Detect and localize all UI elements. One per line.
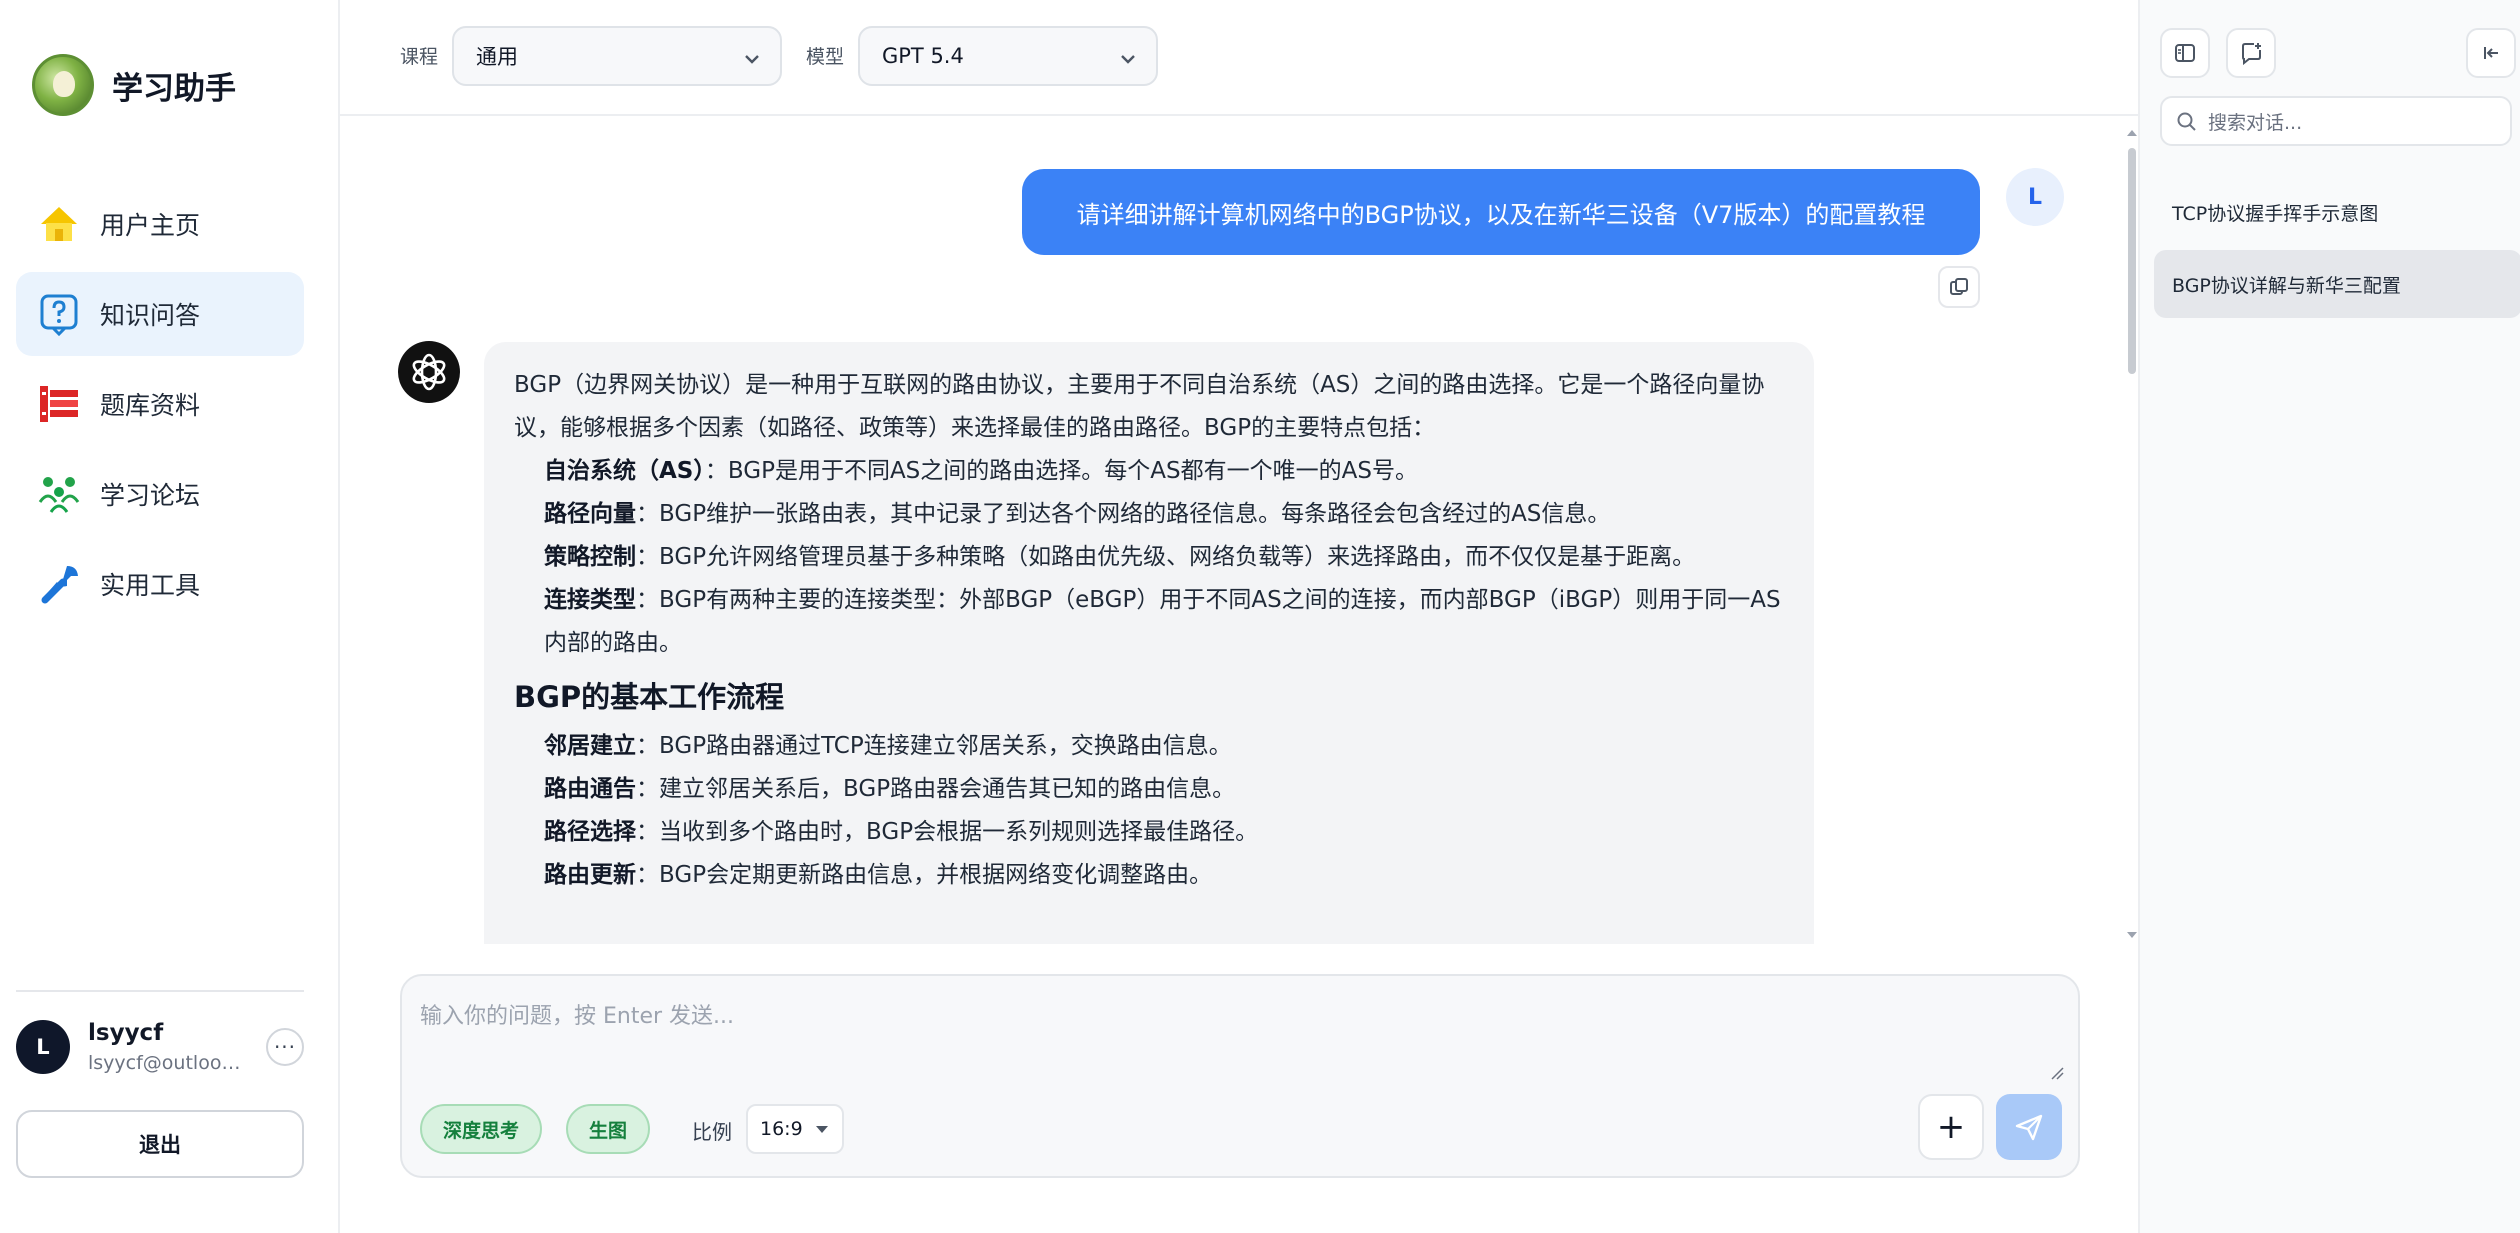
chevron-down-icon	[1121, 55, 1135, 64]
list-term: 邻居建立	[544, 733, 636, 759]
attach-button[interactable]: +	[1918, 1094, 1984, 1160]
image-gen-toggle[interactable]: 生图	[566, 1104, 650, 1154]
wrench-icon	[36, 561, 82, 607]
nav-label: 题库资料	[100, 391, 201, 420]
list-term: 连接类型	[544, 587, 636, 613]
conversation-item[interactable]: TCP协议握手挥手示意图	[2154, 178, 2520, 246]
nav-item-library[interactable]: 题库资料	[16, 362, 304, 446]
list-item: 自治系统（AS）：BGP是用于不同AS之间的路由选择。每个AS都有一个唯一的AS…	[514, 450, 1784, 493]
list-term: 路径选择	[544, 819, 636, 845]
new-chat-icon	[2242, 43, 2261, 65]
collapse-left-icon	[2484, 47, 2498, 59]
conversation-search-input[interactable]: 搜索对话...	[2160, 96, 2512, 146]
nav-label: 知识问答	[100, 301, 201, 330]
course-value: 通用	[476, 45, 518, 69]
brand: 学习助手	[32, 54, 236, 116]
copy-button[interactable]	[1938, 266, 1980, 308]
resize-handle-icon[interactable]	[2050, 1066, 2064, 1080]
user-message-bubble: 请详细讲解计算机网络中的BGP协议，以及在新华三设备（V7版本）的配置教程	[1022, 169, 1980, 255]
message-input[interactable]: 输入你的问题，按 Enter 发送...	[420, 998, 734, 1030]
logout-button[interactable]: 退出	[16, 1110, 304, 1178]
scrollbar-thumb[interactable]	[2128, 148, 2136, 374]
user-email: lsyycf@outlook.com	[88, 1052, 248, 1074]
user-avatar: L	[2006, 168, 2064, 226]
nav-label: 实用工具	[100, 571, 201, 600]
user-info: lsyycf lsyycf@outlook.com	[88, 1020, 248, 1074]
nav-item-tools[interactable]: 实用工具	[16, 542, 304, 626]
sidebar-divider	[16, 990, 304, 992]
list-item: 路由更新：BGP会定期更新路由信息，并根据网络变化调整路由。	[514, 854, 1784, 897]
main-nav: 用户主页 知识问答 题库资料 学习论坛 实用工具	[16, 182, 304, 632]
assistant-avatar	[398, 341, 460, 403]
conversation-panel: 搜索对话... TCP协议握手挥手示意图 BGP协议详解与新华三配置	[2138, 0, 2520, 1233]
list-item: 路由通告：建立邻居关系后，BGP路由器会通告其已知的路由信息。	[514, 768, 1784, 811]
toggle-layout-button[interactable]	[2160, 28, 2210, 78]
search-icon	[2177, 112, 2196, 131]
ratio-select[interactable]: 16:9	[746, 1104, 844, 1154]
nav-item-forum[interactable]: 学习论坛	[16, 452, 304, 536]
list-item: 策略控制：BGP允许网络管理员基于多种策略（如路由优先级、网络负载等）来选择路由…	[514, 536, 1784, 579]
list-desc: ：当收到多个路由时，BGP会根据一系列规则选择最佳路径。	[636, 819, 1259, 845]
ratio-value: 16:9	[760, 1118, 803, 1140]
list-term: 路径向量	[544, 501, 636, 527]
list-term: 路由更新	[544, 862, 636, 888]
chevron-down-icon	[745, 55, 759, 64]
message-composer: 输入你的问题，按 Enter 发送... 深度思考 生图 比例 16:9 +	[400, 974, 2080, 1178]
search-placeholder: 搜索对话...	[2208, 111, 2303, 134]
chat-area: 请详细讲解计算机网络中的BGP协议，以及在新华三设备（V7版本）的配置教程 L …	[340, 118, 2138, 944]
list-item: 路径选择：当收到多个路由时，BGP会根据一系列规则选择最佳路径。	[514, 811, 1784, 854]
course-select[interactable]: 通用	[452, 26, 782, 86]
course-label: 课程	[400, 46, 439, 68]
scroll-up-arrow-icon[interactable]	[2127, 130, 2137, 136]
home-icon	[36, 201, 82, 247]
left-sidebar: 学习助手 用户主页 知识问答 题库资料 学习论坛 实用工具 L lsyycf l…	[0, 0, 340, 1233]
deep-think-toggle[interactable]: 深度思考	[420, 1104, 542, 1154]
answer-intro: BGP（边界网关协议）是一种用于互联网的路由协议，主要用于不同自治系统（AS）之…	[514, 372, 1765, 441]
conversation-item-active[interactable]: BGP协议详解与新华三配置	[2154, 250, 2520, 318]
list-desc: ：BGP有两种主要的连接类型：外部BGP（eBGP）用于不同AS之间的连接，而内…	[544, 587, 1781, 656]
new-chat-button[interactable]	[2226, 28, 2276, 78]
list-item: 邻居建立：BGP路由器通过TCP连接建立邻居关系，交换路由信息。	[514, 725, 1784, 768]
question-chat-icon	[36, 291, 82, 337]
list-term: 自治系统（AS）	[544, 458, 705, 484]
list-desc: ：BGP允许网络管理员基于多种策略（如路由优先级、网络负载等）来选择路由，而不仅…	[636, 544, 1696, 570]
ratio-label: 比例	[692, 1120, 732, 1144]
section-heading: BGP的基本工作流程	[514, 680, 785, 714]
list-desc: ：BGP是用于不同AS之间的路由选择。每个AS都有一个唯一的AS号。	[704, 458, 1418, 484]
books-icon	[36, 381, 82, 427]
nav-item-qa[interactable]: 知识问答	[16, 272, 304, 356]
list-desc: ：BGP路由器通过TCP连接建立邻居关系，交换路由信息。	[636, 733, 1232, 759]
collapse-panel-button[interactable]	[2466, 28, 2516, 78]
list-item: 路径向量：BGP维护一张路由表，其中记录了到达各个网络的路径信息。每条路径会包含…	[514, 493, 1784, 536]
user-name: lsyycf	[88, 1020, 164, 1046]
list-desc: ：BGP会定期更新路由信息，并根据网络变化调整路由。	[636, 862, 1213, 888]
app-logo	[32, 54, 94, 116]
list-desc: ：建立邻居关系后，BGP路由器会通告其已知的路由信息。	[636, 776, 1236, 802]
forum-people-icon	[36, 471, 82, 517]
openai-logo-icon	[412, 353, 446, 391]
user-card[interactable]: L lsyycf lsyycf@outlook.com ···	[16, 1012, 304, 1082]
topbar: 课程 通用 模型 GPT 5.4	[340, 0, 2138, 116]
app-title: 学习助手	[112, 70, 236, 107]
nav-label: 用户主页	[100, 211, 201, 240]
more-options-button[interactable]: ···	[266, 1028, 304, 1066]
scroll-down-arrow-icon[interactable]	[2127, 932, 2137, 938]
send-button[interactable]	[1996, 1094, 2062, 1160]
copy-icon	[1950, 278, 1968, 295]
send-icon	[2015, 1114, 2043, 1141]
list-item: 连接类型：BGP有两种主要的连接类型：外部BGP（eBGP）用于不同AS之间的连…	[514, 579, 1784, 665]
nav-label: 学习论坛	[100, 481, 201, 510]
list-desc: ：BGP维护一张路由表，其中记录了到达各个网络的路径信息。每条路径会包含经过的A…	[636, 501, 1611, 527]
avatar: L	[16, 1020, 70, 1074]
model-value: GPT 5.4	[882, 44, 964, 68]
caret-down-icon	[816, 1126, 828, 1133]
sidebar-layout-icon	[2175, 44, 2195, 62]
nav-item-home[interactable]: 用户主页	[16, 182, 304, 266]
list-term: 路由通告	[544, 776, 636, 802]
model-label: 模型	[806, 46, 845, 68]
model-select[interactable]: GPT 5.4	[858, 26, 1158, 86]
assistant-message-bubble: BGP（边界网关协议）是一种用于互联网的路由协议，主要用于不同自治系统（AS）之…	[484, 342, 1814, 944]
list-term: 策略控制	[544, 544, 636, 570]
